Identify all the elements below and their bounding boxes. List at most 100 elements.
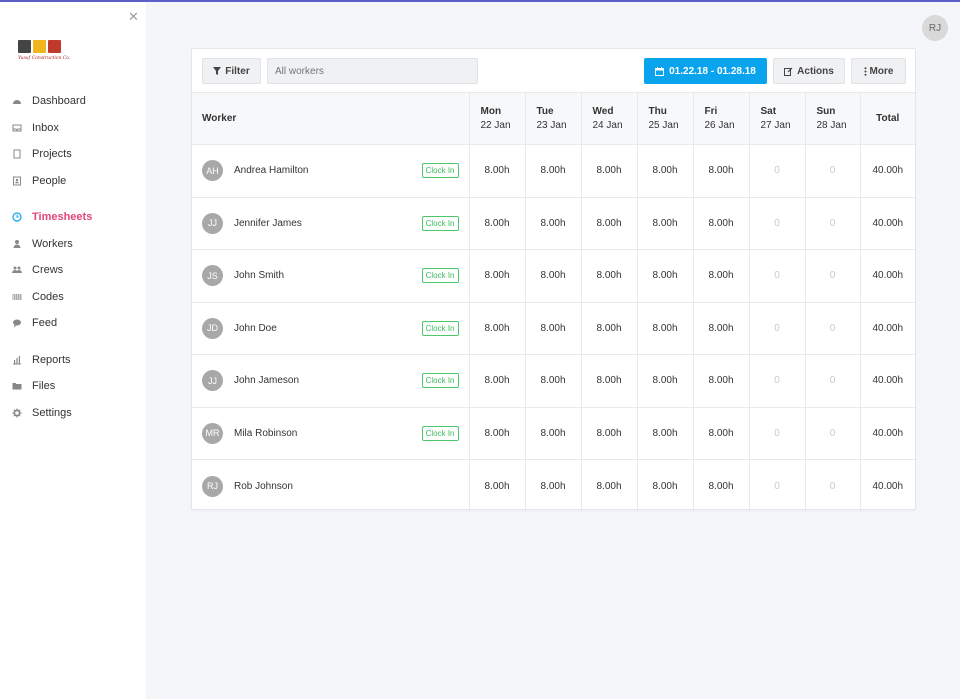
hours-cell-mon[interactable]: 8.00h bbox=[468, 302, 525, 355]
table-row[interactable]: JJ John Jameson Clock In 8.00h 8.00h 8.00h 8.0… bbox=[192, 354, 915, 408]
company-logo[interactable]: Yusuf Construction Co. bbox=[18, 40, 71, 66]
worker-cell[interactable]: JS John Smith Clock In bbox=[192, 249, 469, 303]
worker-name[interactable]: Rob Johnson bbox=[234, 481, 293, 492]
hours-cell-tue[interactable]: 8.00h bbox=[524, 302, 581, 355]
worker-info: JJ Jennifer James Clock In bbox=[192, 212, 469, 234]
table-row[interactable]: JJ Jennifer James Clock In 8.00h 8.00h 8.00h 8… bbox=[192, 197, 915, 250]
hours-cell-fri[interactable]: 8.00h bbox=[692, 249, 749, 303]
hours-cell-tue[interactable]: 8.00h bbox=[524, 354, 581, 408]
worker-name[interactable]: Mila Robinson bbox=[234, 428, 297, 439]
close-sidebar-icon[interactable]: ✕ bbox=[128, 9, 139, 25]
hours-cell-sun[interactable]: 0 bbox=[804, 354, 860, 408]
hours-cell-fri[interactable]: 8.00h bbox=[692, 459, 749, 512]
clock-in-button[interactable]: Clock In bbox=[421, 215, 459, 231]
sidebar-item-files[interactable]: Files bbox=[0, 373, 146, 400]
total-column-header: Total bbox=[859, 92, 915, 145]
sidebar-item-codes[interactable]: Codes bbox=[0, 284, 146, 311]
date-range-button[interactable]: 01.22.18 - 01.28.18 bbox=[644, 58, 767, 84]
hours-cell-wed[interactable]: 8.00h bbox=[580, 354, 637, 408]
worker-name[interactable]: Jennifer James bbox=[234, 218, 302, 229]
worker-search-input[interactable] bbox=[267, 58, 478, 84]
sidebar-item-feed[interactable]: Feed bbox=[0, 310, 146, 337]
worker-cell[interactable]: JJ Jennifer James Clock In bbox=[192, 197, 469, 250]
hours-cell-thu[interactable]: 8.00h bbox=[636, 302, 693, 355]
hours-cell-sat[interactable]: 0 bbox=[748, 354, 805, 408]
sidebar-item-inbox[interactable]: Inbox bbox=[0, 115, 146, 142]
hours-cell-thu[interactable]: 8.00h bbox=[636, 459, 693, 512]
hours-cell-mon[interactable]: 8.00h bbox=[468, 197, 525, 250]
clock-in-button[interactable]: Clock In bbox=[421, 320, 459, 336]
hours-cell-tue[interactable]: 8.00h bbox=[524, 197, 581, 250]
clock-in-button[interactable]: Clock In bbox=[421, 425, 459, 441]
actions-button[interactable]: Actions bbox=[773, 58, 845, 84]
sidebar-item-timesheets[interactable]: Timesheets bbox=[0, 204, 146, 231]
worker-name[interactable]: John Jameson bbox=[234, 375, 299, 386]
worker-cell[interactable]: AH Andrea Hamilton Clock In bbox=[192, 144, 469, 198]
table-row[interactable]: JS John Smith Clock In 8.00h 8.00h 8.00h 8.00h… bbox=[192, 249, 915, 303]
clock-in-button[interactable]: Clock In bbox=[421, 373, 459, 389]
hours-cell-sat[interactable]: 0 bbox=[748, 302, 805, 355]
sidebar-item-crews[interactable]: Crews bbox=[0, 257, 146, 284]
hours-cell-sun[interactable]: 0 bbox=[804, 144, 860, 198]
hours-cell-fri[interactable]: 8.00h bbox=[692, 302, 749, 355]
worker-column-header[interactable]: Worker bbox=[192, 92, 469, 145]
hours-cell-sat[interactable]: 0 bbox=[748, 459, 805, 512]
logo-caption: Yusuf Construction Co. bbox=[18, 56, 71, 61]
hours-cell-mon[interactable]: 8.00h bbox=[468, 407, 525, 460]
sidebar-item-settings[interactable]: Settings bbox=[0, 400, 146, 427]
table-row[interactable]: JD John Doe Clock In 8.00h 8.00h 8.00h 8.00h 8.… bbox=[192, 302, 915, 355]
sidebar-item-projects[interactable]: Projects bbox=[0, 141, 146, 168]
hours-cell-thu[interactable]: 8.00h bbox=[636, 144, 693, 198]
worker-cell[interactable]: JD John Doe Clock In bbox=[192, 302, 469, 355]
hours-cell-thu[interactable]: 8.00h bbox=[636, 249, 693, 303]
hours-cell-mon[interactable]: 8.00h bbox=[468, 144, 525, 198]
clock-in-button[interactable]: Clock In bbox=[421, 268, 459, 284]
sidebar-item-dashboard[interactable]: Dashboard bbox=[0, 88, 146, 115]
hours-cell-sat[interactable]: 0 bbox=[748, 144, 805, 198]
hours-cell-sun[interactable]: 0 bbox=[804, 407, 860, 460]
table-row[interactable]: MR Mila Robinson Clock In 8.00h 8.00h 8.00h 8.… bbox=[192, 407, 915, 460]
worker-cell[interactable]: RJ Rob Johnson bbox=[192, 460, 469, 513]
table-row[interactable]: AH Andrea Hamilton Clock In 8.00h 8.00h 8.00h… bbox=[192, 144, 915, 198]
more-button[interactable]: More bbox=[851, 58, 906, 84]
hours-cell-sun[interactable]: 0 bbox=[804, 459, 860, 512]
hours-cell-thu[interactable]: 8.00h bbox=[636, 354, 693, 408]
clock-in-button[interactable]: Clock In bbox=[421, 163, 459, 179]
hours-cell-sun[interactable]: 0 bbox=[804, 197, 860, 250]
hours-cell-wed[interactable]: 8.00h bbox=[580, 407, 637, 460]
hours-cell-fri[interactable]: 8.00h bbox=[692, 354, 749, 408]
worker-cell[interactable]: JJ John Jameson Clock In bbox=[192, 354, 469, 408]
worker-name[interactable]: John Doe bbox=[234, 323, 277, 334]
hours-cell-tue[interactable]: 8.00h bbox=[524, 459, 581, 512]
hours-cell-wed[interactable]: 8.00h bbox=[580, 249, 637, 303]
worker-name[interactable]: Andrea Hamilton bbox=[234, 165, 308, 176]
sidebar-item-reports[interactable]: Reports bbox=[0, 347, 146, 374]
hours-cell-fri[interactable]: 8.00h bbox=[692, 144, 749, 198]
worker-name[interactable]: John Smith bbox=[234, 270, 284, 281]
hours-cell-sun[interactable]: 0 bbox=[804, 249, 860, 303]
hours-cell-wed[interactable]: 8.00h bbox=[580, 459, 637, 512]
worker-cell[interactable]: MR Mila Robinson Clock In bbox=[192, 407, 469, 460]
sidebar-item-people[interactable]: People bbox=[0, 168, 146, 195]
hours-cell-mon[interactable]: 8.00h bbox=[468, 354, 525, 408]
hours-cell-thu[interactable]: 8.00h bbox=[636, 197, 693, 250]
hours-cell-sun[interactable]: 0 bbox=[804, 302, 860, 355]
hours-cell-fri[interactable]: 8.00h bbox=[692, 197, 749, 250]
hours-cell-sat[interactable]: 0 bbox=[748, 197, 805, 250]
hours-cell-wed[interactable]: 8.00h bbox=[580, 302, 637, 355]
hours-cell-sat[interactable]: 0 bbox=[748, 249, 805, 303]
filter-button[interactable]: Filter bbox=[202, 58, 261, 84]
hours-cell-mon[interactable]: 8.00h bbox=[468, 459, 525, 512]
hours-cell-fri[interactable]: 8.00h bbox=[692, 407, 749, 460]
user-avatar[interactable]: RJ bbox=[922, 15, 948, 41]
table-row[interactable]: RJ Rob Johnson 8.00h 8.00h 8.00h 8.00h 8.00h 0 0… bbox=[192, 459, 915, 513]
hours-cell-sat[interactable]: 0 bbox=[748, 407, 805, 460]
hours-cell-wed[interactable]: 8.00h bbox=[580, 197, 637, 250]
hours-cell-wed[interactable]: 8.00h bbox=[580, 144, 637, 198]
sidebar-item-workers[interactable]: Workers bbox=[0, 231, 146, 258]
hours-cell-tue[interactable]: 8.00h bbox=[524, 249, 581, 303]
hours-cell-tue[interactable]: 8.00h bbox=[524, 144, 581, 198]
hours-cell-tue[interactable]: 8.00h bbox=[524, 407, 581, 460]
hours-cell-mon[interactable]: 8.00h bbox=[468, 249, 525, 303]
hours-cell-thu[interactable]: 8.00h bbox=[636, 407, 693, 460]
